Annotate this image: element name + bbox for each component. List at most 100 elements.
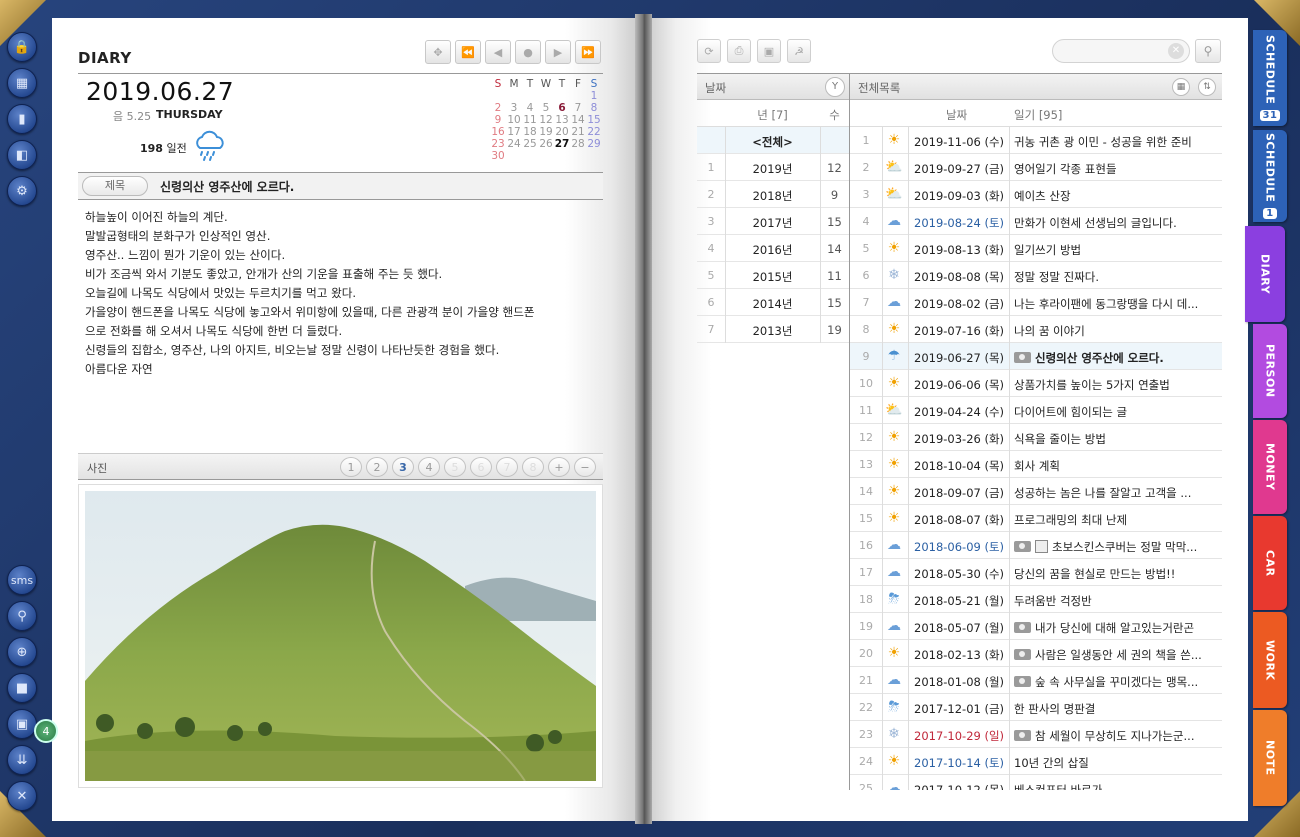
tab-person[interactable]: PERSON	[1253, 324, 1287, 418]
square-icon[interactable]: ■	[7, 673, 37, 703]
calendar-day[interactable]: 18	[522, 126, 538, 138]
entry-row[interactable]: 24 ☀ 2017-10-14 (토) 10년 간의 삽질	[850, 748, 1222, 775]
photo-page-button[interactable]: 2	[366, 457, 388, 477]
calendar-day[interactable]: 13	[554, 114, 570, 126]
prev-entry-button[interactable]: ◀	[485, 40, 511, 64]
entry-row[interactable]: 9 ☂ 2019-06-27 (목) 신령의산 영주산에 오르다.	[850, 343, 1222, 370]
zoom-icon[interactable]: ⊕	[7, 637, 37, 667]
calendar-day[interactable]: 28	[570, 138, 586, 150]
calendar-day[interactable]: 9	[490, 114, 506, 126]
year-row-all[interactable]: <전체>	[697, 127, 849, 154]
calendar-day[interactable]: 3	[506, 102, 522, 114]
photo-page-button[interactable]: 7	[496, 457, 518, 477]
calendar-day[interactable]: 14	[570, 114, 586, 126]
search-button[interactable]: ⚲	[1195, 39, 1221, 63]
entry-row[interactable]: 15 ☀ 2018-08-07 (화) 프로그래밍의 최대 난제	[850, 505, 1222, 532]
tab-car[interactable]: CAR	[1253, 516, 1287, 610]
photo-page-button[interactable]: 6	[470, 457, 492, 477]
year-row[interactable]: 7 2013년 19	[697, 316, 849, 343]
calendar-day[interactable]: 24	[506, 138, 522, 150]
window-icon[interactable]: ▣	[7, 709, 37, 739]
entry-row[interactable]: 11 ⛅ 2019-04-24 (수) 다이어트에 힘이되는 글	[850, 397, 1222, 424]
entry-row[interactable]: 14 ☀ 2018-09-07 (금) 성공하는 놈은 나를 잘알고 고객을 ...	[850, 478, 1222, 505]
entry-row[interactable]: 25 ☁ 2017-10-12 (목) 베스컨포터 바로가	[850, 775, 1222, 790]
calendar-day[interactable]: 21	[570, 126, 586, 138]
year-row[interactable]: 1 2019년 12	[697, 154, 849, 181]
photo-page-button[interactable]: 8	[522, 457, 544, 477]
refresh-icon[interactable]: ⟳	[697, 39, 721, 63]
calendar-day[interactable]: 23	[490, 138, 506, 150]
year-row[interactable]: 5 2015년 11	[697, 262, 849, 289]
calendar-day[interactable]: 25	[522, 138, 538, 150]
calendar-day[interactable]: 15	[586, 114, 602, 126]
calendar-day[interactable]: 8	[586, 102, 602, 114]
year-row[interactable]: 6 2014년 15	[697, 289, 849, 316]
entry-row[interactable]: 2 ⛅ 2019-09-27 (금) 영어일기 각종 표현들	[850, 154, 1222, 181]
entry-row[interactable]: 12 ☀ 2019-03-26 (화) 식욕을 줄이는 방법	[850, 424, 1222, 451]
calendar-day[interactable]: 17	[506, 126, 522, 138]
calendar-day[interactable]: 26	[538, 138, 554, 150]
tab-schedule-31[interactable]: SCHEDULE 31	[1253, 30, 1287, 126]
entry-row[interactable]: 7 ☁ 2019-08-02 (금) 나는 후라이팬에 동그랑땡을 다시 데...	[850, 289, 1222, 316]
move-icon[interactable]: ✥	[425, 40, 451, 64]
close-icon[interactable]: ✕	[7, 781, 37, 811]
entry-row[interactable]: 6 ❄ 2019-08-08 (목) 정말 정말 진짜다.	[850, 262, 1222, 289]
year-row[interactable]: 3 2017년 15	[697, 208, 849, 235]
tab-money[interactable]: MONEY	[1253, 420, 1287, 514]
calendar-day[interactable]: 6	[554, 102, 570, 114]
calendar-day[interactable]: 5	[538, 102, 554, 114]
split-view-icon[interactable]: ◧	[7, 140, 37, 170]
entry-row[interactable]: 20 ☀ 2018-02-13 (화) 사람은 일생동안 세 권의 책을 쓴...	[850, 640, 1222, 667]
save-icon[interactable]: ▣	[757, 39, 781, 63]
calendar-day[interactable]: 7	[570, 102, 586, 114]
calendar-day[interactable]: 12	[538, 114, 554, 126]
sms-button[interactable]: sms	[7, 565, 37, 595]
entry-row[interactable]: 8 ☀ 2019-07-16 (화) 나의 꿈 이야기	[850, 316, 1222, 343]
entry-row[interactable]: 1 ☀ 2019-11-06 (수) 귀농 귀촌 광 이민 - 성공을 위한 준비	[850, 127, 1222, 154]
view-toggle-icon[interactable]: ▦	[1172, 78, 1190, 96]
entry-body[interactable]: 하늘높이 이어진 하늘의 계단. 말발굽형태의 분화구가 인상적인 영산. 영주산.…	[85, 208, 600, 379]
calendar-day[interactable]: 1	[586, 90, 602, 102]
calendar-day[interactable]: 19	[538, 126, 554, 138]
clear-search-icon[interactable]: ✕	[1168, 43, 1184, 59]
calendar-day[interactable]: 20	[554, 126, 570, 138]
calendar-day[interactable]: 11	[522, 114, 538, 126]
photo-page-button[interactable]: 4	[418, 457, 440, 477]
entry-row[interactable]: 10 ☀ 2019-06-06 (목) 상품가치를 높이는 5가지 연출법	[850, 370, 1222, 397]
entry-title[interactable]: 신령의산 영주산에 오르다.	[160, 178, 294, 195]
print-icon[interactable]: ⎙	[727, 39, 751, 63]
year-row[interactable]: 2 2018년 9	[697, 181, 849, 208]
last-entry-button[interactable]: ⏩	[575, 40, 601, 64]
calendar-day[interactable]: 27	[554, 138, 570, 150]
calendar-day[interactable]: 16	[490, 126, 506, 138]
entry-row[interactable]: 13 ☀ 2018-10-04 (목) 회사 계획	[850, 451, 1222, 478]
entry-row[interactable]: 3 ⛅ 2019-09-03 (화) 예이츠 산장	[850, 181, 1222, 208]
photo-page-button[interactable]: 5	[444, 457, 466, 477]
entry-row[interactable]: 22 ⛈ 2017-12-01 (금) 한 판사의 명판결	[850, 694, 1222, 721]
calendar-day[interactable]: 29	[586, 138, 602, 150]
add-photo-button[interactable]: +	[548, 457, 570, 477]
calendar-day[interactable]: 10	[506, 114, 522, 126]
sort-icon[interactable]: ⇅	[1198, 78, 1216, 96]
year-row[interactable]: 4 2016년 14	[697, 235, 849, 262]
entry-row[interactable]: 16 ☁ 2018-06-09 (토) 초보스킨스쿠버는 정말 막막...	[850, 532, 1222, 559]
single-page-icon[interactable]: ▮	[7, 104, 37, 134]
today-button[interactable]: ●	[515, 40, 541, 64]
photo-viewer[interactable]	[78, 484, 603, 788]
entry-date[interactable]: 2019.06.27	[86, 77, 234, 106]
book-view-icon[interactable]: ▦	[7, 68, 37, 98]
tab-diary[interactable]: DIARY	[1245, 226, 1285, 322]
calendar-day[interactable]: 30	[490, 150, 506, 162]
entry-row[interactable]: 4 ☁ 2019-08-24 (토) 만화가 이현세 선생님의 글입니다.	[850, 208, 1222, 235]
calendar-day[interactable]: 2	[490, 102, 506, 114]
photo-page-button[interactable]: 1	[340, 457, 362, 477]
entry-row[interactable]: 17 ☁ 2018-05-30 (수) 당신의 꿈을 현실로 만드는 방법!!	[850, 559, 1222, 586]
chevron-down-double-icon[interactable]: ⇊	[7, 745, 37, 775]
calendar-day[interactable]: 22	[586, 126, 602, 138]
tab-work[interactable]: WORK	[1253, 612, 1287, 708]
entry-row[interactable]: 21 ☁ 2018-01-08 (월) 숲 속 사무실을 꾸미겠다는 맹목...	[850, 667, 1222, 694]
first-entry-button[interactable]: ⏪	[455, 40, 481, 64]
tab-schedule-1[interactable]: SCHEDULE 1	[1253, 130, 1287, 222]
search-icon[interactable]: ⚲	[7, 601, 37, 631]
entry-row[interactable]: 19 ☁ 2018-05-07 (월) 내가 당신에 대해 알고있는거란곤	[850, 613, 1222, 640]
